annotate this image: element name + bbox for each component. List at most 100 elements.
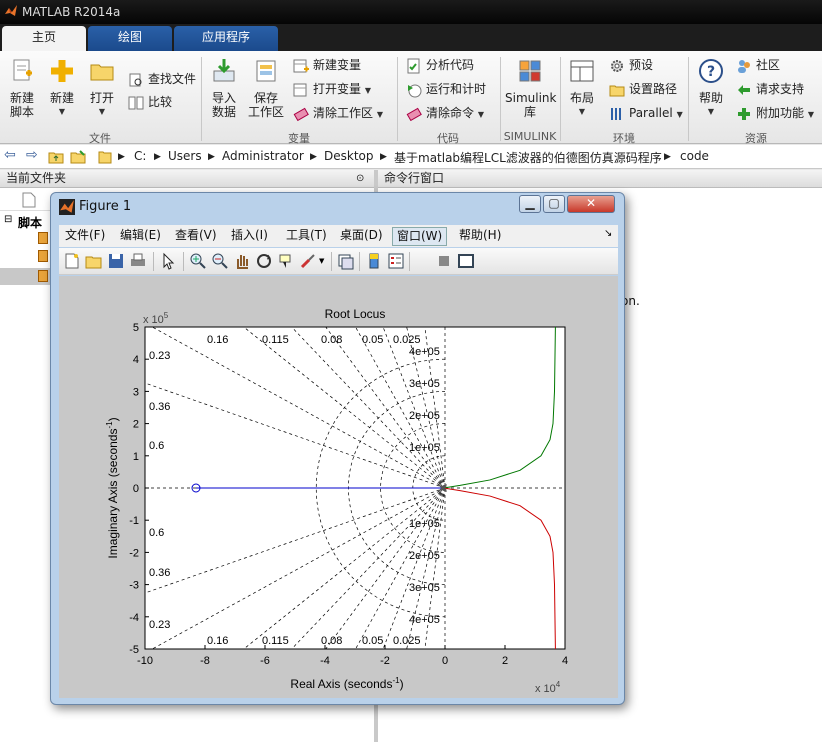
address-bar[interactable]: ⇦ ⇨ ▶ C: ▶ Users ▶ Administrator ▶ Deskt…	[0, 145, 822, 169]
run-and-time-label: 运行和计时	[426, 82, 487, 96]
clear-workspace-button[interactable]: 清除工作区 ▼	[293, 103, 383, 123]
zoom-in-icon[interactable]	[189, 252, 207, 270]
pane-options-icon[interactable]: ⊙	[356, 170, 364, 187]
save-icon[interactable]	[107, 252, 125, 270]
community-icon	[738, 59, 750, 73]
rotate-3d-icon[interactable]	[255, 252, 273, 270]
chevron-down-icon: ▼	[578, 107, 586, 116]
file-icon	[22, 192, 36, 208]
figure-toolbar: ▼	[59, 248, 618, 275]
find-files-button[interactable]: 查找文件	[128, 69, 196, 89]
tab-apps[interactable]: 应用程序	[174, 26, 278, 51]
new-figure-icon[interactable]	[63, 252, 81, 270]
frequency-label: 3e+05	[409, 582, 440, 594]
close-button[interactable]: ✕	[567, 195, 615, 213]
forward-arrow-icon[interactable]: ⇨	[26, 147, 38, 163]
show-plot-tools-icon[interactable]	[457, 252, 475, 270]
new-script-label: 新建 脚本	[9, 91, 34, 119]
clear-commands-button[interactable]: 清除命令 ▼	[406, 103, 484, 123]
x-multiplier-text: x 10	[535, 683, 556, 695]
brush-icon[interactable]	[299, 252, 317, 270]
y-tick-label: -4	[129, 612, 139, 624]
run-and-time-button[interactable]: 运行和计时	[406, 79, 486, 99]
new-variable-button[interactable]: 新建变量	[293, 55, 361, 75]
breadcrumb-item[interactable]: Administrator	[222, 149, 304, 163]
simulink-library-button[interactable]: Simulink 库	[505, 57, 556, 119]
legend-icon[interactable]	[387, 252, 405, 270]
new-script-button[interactable]: 新建 脚本	[4, 57, 40, 119]
damping-label: 0.08	[321, 635, 342, 647]
breadcrumb-item[interactable]: C:	[134, 149, 146, 163]
analyze-code-label: 分析代码	[426, 58, 475, 72]
breadcrumb-item[interactable]: Desktop	[324, 149, 374, 163]
folder-icon	[90, 64, 114, 81]
help-button[interactable]: ? 帮助 ▼	[694, 57, 728, 119]
breadcrumb-item[interactable]: Users	[168, 149, 202, 163]
open-variable-button[interactable]: 打开变量 ▼	[293, 79, 371, 99]
colorbar-icon[interactable]	[365, 252, 383, 270]
zoom-out-icon[interactable]	[211, 252, 229, 270]
analyze-code-button[interactable]: 分析代码	[406, 55, 474, 75]
dock-arrow-icon[interactable]: ↘	[604, 228, 612, 239]
addon-plus-icon	[738, 107, 750, 120]
menu-file[interactable]: 文件(F)	[61, 227, 109, 246]
help-icon: ?	[699, 59, 723, 83]
collapse-icon[interactable]: ⊟	[4, 214, 12, 225]
menu-help[interactable]: 帮助(H)	[455, 227, 505, 246]
select-arrow-icon[interactable]	[159, 252, 177, 270]
tab-home[interactable]: 主页	[2, 26, 86, 51]
find-files-label: 查找文件	[148, 72, 197, 86]
menu-tools[interactable]: 工具(T)	[282, 227, 331, 246]
maximize-button[interactable]: ▢	[543, 195, 565, 213]
minimize-button[interactable]: ▁	[519, 195, 541, 213]
up-folder-icon[interactable]	[48, 149, 64, 165]
file-group-label: 文件	[89, 132, 111, 145]
print-icon[interactable]	[129, 252, 147, 270]
y-tick-label: 4	[133, 354, 139, 366]
breadcrumb-item[interactable]: 基于matlab编程LCL滤波器的伯德图仿真源码程序	[394, 149, 662, 166]
menu-insert[interactable]: 插入(I)	[227, 227, 272, 246]
breadcrumb-item[interactable]: code	[680, 149, 709, 163]
community-button[interactable]: 社区	[736, 55, 780, 75]
x-tick-label: -8	[200, 655, 210, 667]
set-path-button[interactable]: 设置路径	[609, 79, 677, 99]
root-locus-chart[interactable]: -10 -8 -6 -4 -2 0 2 4 5 4 3 2 1 0 -1 -2 -3 -4 -5 0.16 0.16 0…	[59, 276, 618, 698]
chevron-down-icon[interactable]: ▼	[319, 257, 324, 265]
preferences-button[interactable]: 预设	[609, 55, 653, 75]
back-arrow-icon[interactable]: ⇦	[4, 147, 16, 163]
damping-label: 0.115	[262, 635, 289, 647]
menu-window[interactable]: 窗口(W)	[392, 227, 448, 246]
current-folder-header: 当前文件夹 ⊙	[0, 170, 374, 188]
open-file-icon[interactable]	[85, 252, 103, 270]
menu-desktop[interactable]: 桌面(D)	[336, 227, 387, 246]
script-file-icon[interactable]	[38, 232, 48, 244]
compare-button[interactable]: 比较	[128, 92, 172, 112]
y-tick-label: -2	[129, 547, 139, 559]
environment-group-label: 环境	[613, 132, 635, 145]
open-button[interactable]: 打开 ▼	[84, 57, 120, 119]
damping-label: 0.23	[149, 619, 170, 631]
import-data-button[interactable]: 导入 数据	[206, 57, 242, 119]
ribbon: 新建 脚本 新建 ▼ 打开 ▼ 查找文件 比较 文件 导入 数据 保存 工作区 …	[0, 51, 822, 145]
frequency-label: 4e+05	[409, 614, 440, 626]
addons-button[interactable]: 附加功能 ▼	[736, 103, 814, 123]
hide-plot-tools-icon[interactable]	[435, 252, 453, 270]
browse-folder-icon[interactable]	[70, 149, 86, 165]
new-button[interactable]: 新建 ▼	[44, 57, 80, 119]
menu-view[interactable]: 查看(V)	[171, 227, 221, 246]
data-cursor-icon[interactable]	[277, 252, 295, 270]
y-axis-label-close: )	[106, 417, 120, 421]
layout-button[interactable]: 布局 ▼	[564, 57, 600, 119]
parallel-button[interactable]: Parallel ▼	[609, 103, 683, 123]
pan-hand-icon[interactable]	[233, 252, 251, 270]
save-workspace-label: 保存 工作区	[247, 91, 284, 119]
link-plot-icon[interactable]	[337, 252, 355, 270]
request-support-button[interactable]: 请求支持	[736, 79, 804, 99]
save-workspace-button[interactable]: 保存 工作区	[246, 57, 286, 119]
command-window-title: 命令行窗口	[384, 171, 445, 185]
tab-plots[interactable]: 绘图	[88, 26, 172, 51]
menu-edit[interactable]: 编辑(E)	[116, 227, 165, 246]
x-tick-label: 0	[442, 655, 448, 667]
import-icon	[213, 59, 235, 82]
script-file-icon[interactable]	[38, 250, 48, 262]
